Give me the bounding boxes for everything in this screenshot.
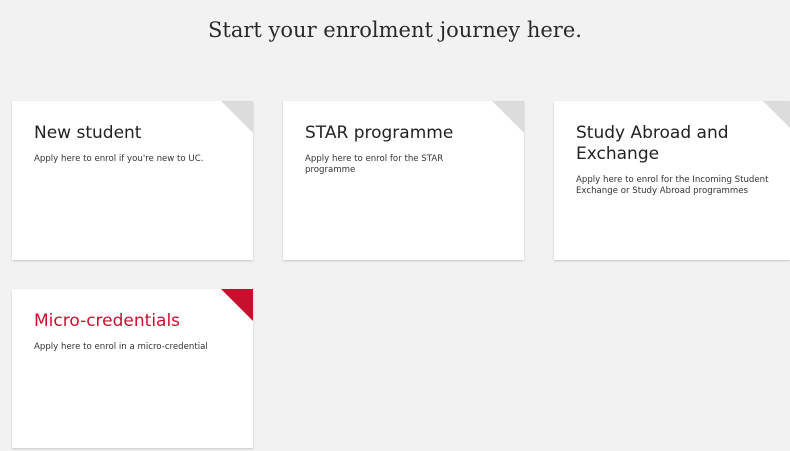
card-description: Apply here to enrol for the Incoming Stu… [576,175,769,196]
card-title: Study Abroad and Exchange [576,123,729,164]
corner-arrow-icon [753,106,758,111]
card-title: STAR programme [305,123,454,143]
card-micro-credentials[interactable]: Micro-credentials Apply here to enrol in… [12,289,253,448]
card-study-abroad[interactable]: Study Abroad and Exchange Apply here to … [554,101,790,260]
card-title: Micro-credentials [34,311,181,331]
card-star-programme[interactable]: STAR programme Apply here to enrol for t… [283,101,524,260]
card-title: New student [34,123,142,143]
card-corner [211,101,253,133]
enrolment-page: Start your enrolment journey here. New s… [0,0,790,451]
corner-arrow-icon [211,294,216,299]
card-corner [482,101,524,133]
page-title: Start your enrolment journey here. [208,18,582,42]
corner-arrow-icon [482,106,487,111]
card-description: Apply here to enrol if you're new to UC. [34,154,204,164]
corner-arrow-icon [211,106,216,111]
card-corner [753,101,790,133]
card-description: Apply here to enrol in a micro-credentia… [34,342,208,352]
card-corner [211,289,253,321]
card-new-student[interactable]: New student Apply here to enrol if you'r… [12,101,253,260]
card-description: Apply here to enrol for the STAR program… [305,154,444,175]
